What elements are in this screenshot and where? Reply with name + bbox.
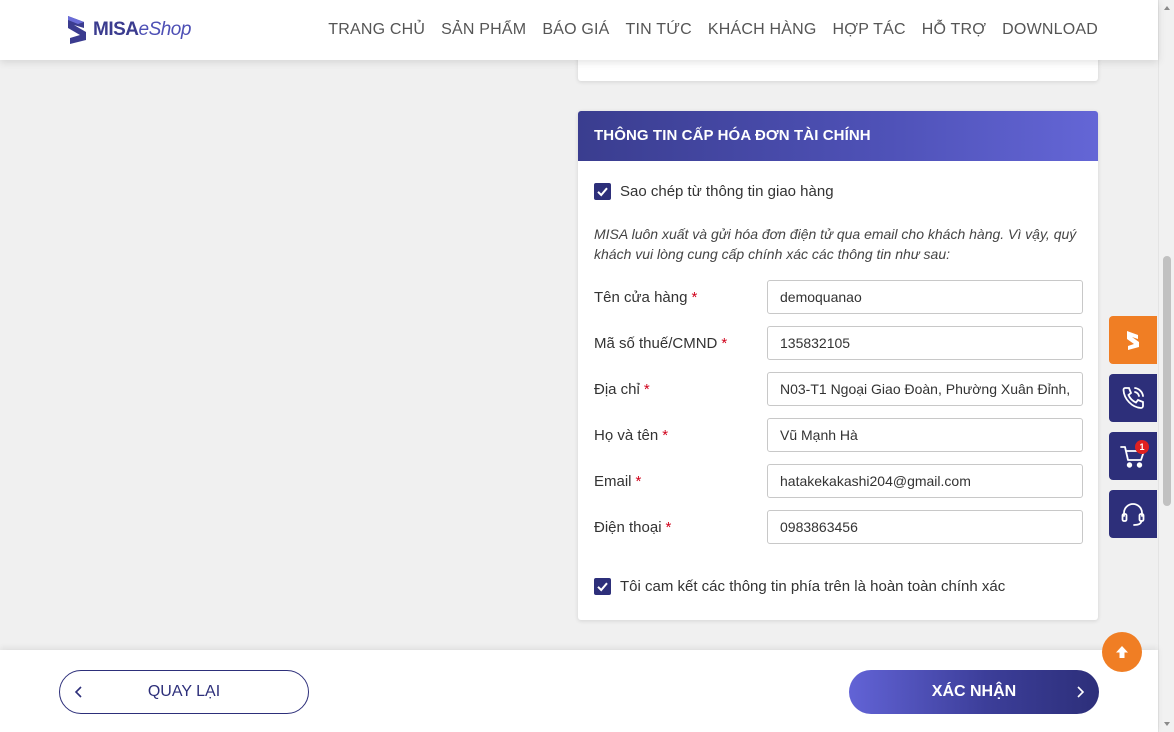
field-row-full-name: Họ và tên *: [594, 418, 1083, 452]
scroll-up-arrow-icon[interactable]: [1163, 4, 1171, 12]
misa-float-button[interactable]: [1109, 316, 1157, 364]
copy-shipping-row[interactable]: Sao chép từ thông tin giao hàng: [594, 183, 834, 200]
commit-label: Tôi cam kết các thông tin phía trên là h…: [620, 578, 1006, 595]
call-float-button[interactable]: [1109, 374, 1157, 422]
back-button[interactable]: QUAY LẠI: [59, 670, 309, 714]
required-mark: *: [691, 288, 698, 306]
headset-icon: [1121, 503, 1145, 526]
required-mark: *: [643, 380, 650, 398]
phone-label: Điện thoại: [594, 518, 662, 536]
tax-id-label: Mã số thuế/CMND: [594, 334, 718, 352]
nav-khach-hang[interactable]: KHÁCH HÀNG: [708, 21, 817, 39]
scroll-to-top-button[interactable]: [1102, 632, 1142, 672]
tax-id-input[interactable]: [767, 326, 1083, 360]
address-input[interactable]: [767, 372, 1083, 406]
required-mark: *: [665, 518, 672, 536]
field-row-tax-id: Mã số thuế/CMND *: [594, 326, 1083, 360]
nav-hop-tac[interactable]: HỢP TÁC: [833, 21, 906, 39]
checkmark-icon: [597, 582, 608, 592]
email-label: Email: [594, 472, 632, 490]
nav-ho-tro[interactable]: HỖ TRỢ: [922, 21, 986, 39]
nav-trang-chu[interactable]: TRANG CHỦ: [328, 21, 425, 39]
logo-text-strong: MISA: [93, 19, 139, 40]
invoice-card-title: THÔNG TIN CẤP HÓA ĐƠN TÀI CHÍNH: [578, 111, 1098, 161]
commit-row[interactable]: Tôi cam kết các thông tin phía trên là h…: [594, 578, 1005, 595]
checkout-footer: QUAY LẠI XÁC NHẬN: [0, 650, 1158, 732]
copy-shipping-checkbox[interactable]: [594, 183, 611, 200]
nav-tin-tuc[interactable]: TIN TỨC: [626, 21, 692, 39]
scroll-down-arrow-icon[interactable]: [1163, 720, 1171, 728]
scrollbar-thumb[interactable]: [1163, 256, 1171, 506]
required-mark: *: [662, 426, 669, 444]
required-mark: *: [721, 334, 728, 352]
nav-san-pham[interactable]: SẢN PHẨM: [441, 21, 526, 39]
nav-download[interactable]: DOWNLOAD: [1002, 21, 1098, 39]
misa-eshop-logo[interactable]: MISAeShop: [64, 14, 191, 46]
misa-logo-icon: [68, 16, 86, 44]
email-input[interactable]: [767, 464, 1083, 498]
chevron-left-icon: [74, 686, 82, 698]
copy-shipping-label: Sao chép từ thông tin giao hàng: [620, 183, 834, 200]
commit-checkbox[interactable]: [594, 578, 611, 595]
invoice-note: MISA luôn xuất và gửi hóa đơn điện tử qu…: [594, 226, 1077, 262]
required-mark: *: [635, 472, 642, 490]
misa-logo-icon: [1127, 331, 1139, 350]
address-label: Địa chỉ: [594, 380, 640, 398]
checkmark-icon: [597, 187, 608, 197]
main-nav: TRANG CHỦ SẢN PHẨM BÁO GIÁ TIN TỨC KHÁCH…: [328, 0, 1098, 60]
support-float-button[interactable]: [1109, 490, 1157, 538]
arrow-up-icon: [1116, 646, 1128, 658]
field-row-phone: Điện thoại *: [594, 510, 1083, 544]
cart-count-badge: 1: [1135, 440, 1149, 454]
page-scrollbar[interactable]: [1158, 0, 1174, 732]
full-name-input[interactable]: [767, 418, 1083, 452]
nav-bao-gia[interactable]: BÁO GIÁ: [542, 21, 609, 39]
phone-icon: [1122, 387, 1144, 409]
store-name-input[interactable]: [767, 280, 1083, 314]
back-button-label: QUAY LẠI: [147, 683, 221, 700]
chevron-right-icon: [1077, 686, 1085, 698]
store-name-label: Tên cửa hàng: [594, 288, 688, 306]
site-header: MISAeShop TRANG CHỦ SẢN PHẨM BÁO GIÁ TIN…: [0, 0, 1158, 60]
field-row-store-name: Tên cửa hàng *: [594, 280, 1083, 314]
confirm-button-label: XÁC NHẬN: [931, 683, 1017, 700]
invoice-info-card: THÔNG TIN CẤP HÓA ĐƠN TÀI CHÍNH Sao chép…: [578, 111, 1098, 620]
cart-float-button[interactable]: 1: [1109, 432, 1157, 480]
logo-text-light: eShop: [138, 19, 192, 40]
phone-input[interactable]: [767, 510, 1083, 544]
confirm-button[interactable]: XÁC NHẬN: [849, 670, 1099, 714]
full-name-label: Họ và tên: [594, 426, 659, 444]
field-row-address: Địa chỉ *: [594, 372, 1083, 406]
field-row-email: Email *: [594, 464, 1083, 498]
